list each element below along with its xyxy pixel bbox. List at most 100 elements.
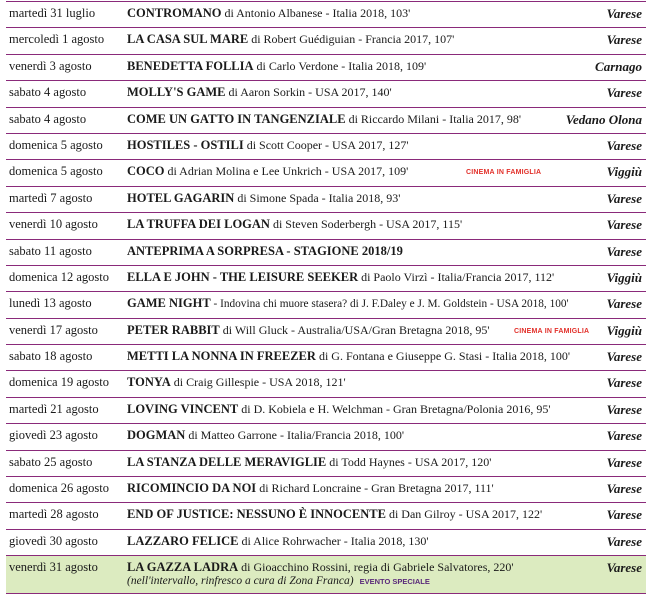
screening-city: Varese bbox=[606, 481, 642, 497]
film-title: RICOMINCIO DA NOI bbox=[127, 481, 257, 496]
film-title: LOVING VINCENT bbox=[127, 401, 239, 416]
film-title: LA STANZA DELLE MERAVIGLIE bbox=[127, 454, 327, 469]
film-info: ELLA E JOHN - THE LEISURE SEEKER di Paol… bbox=[127, 270, 554, 285]
screening-city: Vedano Olona bbox=[565, 111, 642, 127]
film-title: END OF JUSTICE: NESSUNO È INNOCENTE bbox=[127, 507, 386, 522]
film-details: di Gioacchino Rossini, regia di Gabriele… bbox=[238, 560, 514, 575]
film-info: COME UN GATTO IN TANGENZIALE di Riccardo… bbox=[127, 112, 521, 127]
schedule-row: giovedì 30 agosto LAZZARO FELICE di Alic… bbox=[6, 530, 646, 557]
cinema-in-famiglia-tag: CINEMA IN FAMIGLIA bbox=[514, 327, 590, 335]
film-details: di Carlo Verdone - Italia 2018, 109' bbox=[253, 58, 427, 73]
film-title: MOLLY'S GAME bbox=[127, 85, 226, 100]
film-schedule: martedì 31 luglio CONTROMANO di Antonio … bbox=[6, 1, 646, 594]
film-info: LA STANZA DELLE MERAVIGLIE di Todd Hayne… bbox=[127, 455, 491, 470]
film-details: di Aaron Sorkin - USA 2017, 140' bbox=[225, 85, 392, 100]
film-info: GAME NIGHT - Indovina chi muore stasera?… bbox=[127, 296, 569, 311]
screening-date: domenica 12 agosto bbox=[9, 269, 109, 284]
film-info: DOGMAN di Matteo Garrone - Italia/Franci… bbox=[127, 428, 404, 443]
schedule-row: martedì 7 agosto HOTEL GAGARIN di Simone… bbox=[6, 187, 646, 214]
screening-city: Carnago bbox=[595, 58, 642, 74]
screening-date: venerdì 10 agosto bbox=[9, 217, 98, 232]
film-info: END OF JUSTICE: NESSUNO È INNOCENTE di D… bbox=[127, 507, 542, 522]
film-title: LAZZARO FELICE bbox=[127, 533, 239, 548]
schedule-row: sabato 11 agosto ANTEPRIMA A SORPRESA - … bbox=[6, 240, 646, 266]
film-info: METTI LA NONNA IN FREEZER di G. Fontana … bbox=[127, 349, 570, 364]
schedule-row: domenica 5 agosto COCO di Adrian Molina … bbox=[6, 160, 646, 187]
film-title: BENEDETTA FOLLIA bbox=[127, 58, 254, 73]
film-details: di D. Kobiela e H. Welchman - Gran Breta… bbox=[238, 401, 551, 416]
screening-city: Varese bbox=[606, 217, 642, 233]
film-details: di G. Fontana e Giuseppe G. Stasi - Ital… bbox=[315, 349, 571, 364]
film-info: RICOMINCIO DA NOI di Richard Loncraine -… bbox=[127, 481, 494, 496]
film-details: di Simone Spada - Italia 2018, 93' bbox=[234, 190, 401, 205]
schedule-row: giovedì 23 agosto DOGMAN di Matteo Garro… bbox=[6, 424, 646, 451]
film-title: COCO bbox=[127, 164, 165, 179]
screening-date: mercoledì 1 agosto bbox=[9, 32, 105, 47]
screening-date: sabato 4 agosto bbox=[9, 111, 87, 126]
screening-date: domenica 19 agosto bbox=[9, 375, 109, 390]
film-title: DOGMAN bbox=[127, 428, 186, 443]
film-info: ANTEPRIMA A SORPRESA - STAGIONE 2018/19 bbox=[127, 244, 403, 259]
schedule-row: domenica 19 agosto TONYA di Craig Gilles… bbox=[6, 371, 646, 398]
screening-date: martedì 31 luglio bbox=[9, 6, 96, 20]
schedule-row: domenica 12 agosto ELLA E JOHN - THE LEI… bbox=[6, 266, 646, 293]
screening-date: sabato 25 agosto bbox=[9, 454, 93, 469]
film-details: di Scott Cooper - USA 2017, 127' bbox=[243, 137, 409, 152]
film-details: di Antonio Albanese - Italia 2018, 103' bbox=[221, 6, 411, 20]
screening-city: Varese bbox=[606, 349, 642, 365]
schedule-row: domenica 26 agosto RICOMINCIO DA NOI di … bbox=[6, 477, 646, 504]
schedule-row: sabato 4 agosto COME UN GATTO IN TANGENZ… bbox=[6, 108, 646, 134]
film-title: GAME NIGHT bbox=[127, 296, 211, 311]
film-title: ELLA E JOHN - THE LEISURE SEEKER bbox=[127, 269, 359, 284]
film-details: di Adrian Molina e Lee Unkrich - USA 201… bbox=[164, 164, 409, 179]
screening-date: martedì 7 agosto bbox=[9, 190, 93, 205]
schedule-row: sabato 4 agosto MOLLY'S GAME di Aaron So… bbox=[6, 81, 646, 108]
film-info: LOVING VINCENT di D. Kobiela e H. Welchm… bbox=[127, 402, 550, 417]
screening-city: Viggiù bbox=[606, 269, 642, 285]
film-info: MOLLY'S GAME di Aaron Sorkin - USA 2017,… bbox=[127, 85, 392, 100]
film-title: HOSTILES - OSTILI bbox=[127, 137, 244, 152]
special-event-row: venerdì 31 agosto LA GAZZA LADRA di Gioa… bbox=[6, 556, 646, 594]
film-title: HOTEL GAGARIN bbox=[127, 190, 235, 205]
film-details: di Richard Loncraine - Gran Bretagna 201… bbox=[256, 481, 494, 496]
film-info: LA GAZZA LADRA di Gioacchino Rossini, re… bbox=[127, 560, 514, 575]
screening-date: martedì 28 agosto bbox=[9, 507, 99, 522]
film-info: LA CASA SUL MARE di Robert Guédiguian - … bbox=[127, 32, 454, 47]
film-title: CONTROMANO bbox=[127, 6, 222, 20]
screening-date: giovedì 30 agosto bbox=[9, 533, 98, 548]
film-title: LA TRUFFA DEI LOGAN bbox=[127, 217, 270, 232]
special-event-tag: EVENTO SPECIALE bbox=[359, 577, 430, 587]
film-details: di Will Gluck - Australia/USA/Gran Breta… bbox=[219, 322, 490, 337]
film-details: di Robert Guédiguian - Francia 2017, 107… bbox=[248, 32, 455, 47]
schedule-row: lunedì 13 agosto GAME NIGHT - Indovina c… bbox=[6, 292, 646, 319]
screening-city: Varese bbox=[606, 375, 642, 391]
screening-city: Varese bbox=[606, 401, 642, 417]
schedule-row: martedì 21 agosto LOVING VINCENT di D. K… bbox=[6, 398, 646, 425]
film-details: di Alice Rohrwacher - Italia 2018, 130' bbox=[238, 533, 429, 548]
note-text: (nell'intervallo, rinfresco a cura di Zo… bbox=[127, 575, 354, 588]
screening-date: giovedì 23 agosto bbox=[9, 428, 98, 443]
screening-city: Varese bbox=[606, 428, 642, 444]
screening-city: Varese bbox=[606, 32, 642, 48]
screening-city: Varese bbox=[606, 137, 642, 153]
screening-city: Varese bbox=[606, 454, 642, 470]
film-details: di Dan Gilroy - USA 2017, 122' bbox=[385, 507, 543, 522]
film-details: di Riccardo Milani - Italia 2017, 98' bbox=[345, 111, 522, 126]
event-note: (nell'intervallo, rinfresco a cura di Zo… bbox=[127, 575, 430, 587]
screening-city: Varese bbox=[606, 85, 642, 101]
screening-date: sabato 4 agosto bbox=[9, 85, 87, 100]
film-title: LA GAZZA LADRA bbox=[127, 560, 239, 575]
film-info: HOTEL GAGARIN di Simone Spada - Italia 2… bbox=[127, 191, 400, 206]
screening-date: domenica 26 agosto bbox=[9, 481, 109, 496]
screening-date: domenica 5 agosto bbox=[9, 137, 103, 152]
film-title: PETER RABBIT bbox=[127, 322, 220, 337]
film-details: di Matteo Garrone - Italia/Francia 2018,… bbox=[185, 428, 405, 443]
film-title: TONYA bbox=[127, 375, 171, 390]
screening-city: Varese bbox=[606, 507, 642, 523]
screening-date: sabato 18 agosto bbox=[9, 349, 93, 364]
schedule-row: domenica 5 agosto HOSTILES - OSTILI di S… bbox=[6, 134, 646, 161]
film-info: LAZZARO FELICE di Alice Rohrwacher - Ita… bbox=[127, 534, 429, 549]
screening-city: Varese bbox=[606, 243, 642, 259]
schedule-row: mercoledì 1 agosto LA CASA SUL MARE di R… bbox=[6, 28, 646, 55]
film-title: METTI LA NONNA IN FREEZER bbox=[127, 349, 316, 364]
